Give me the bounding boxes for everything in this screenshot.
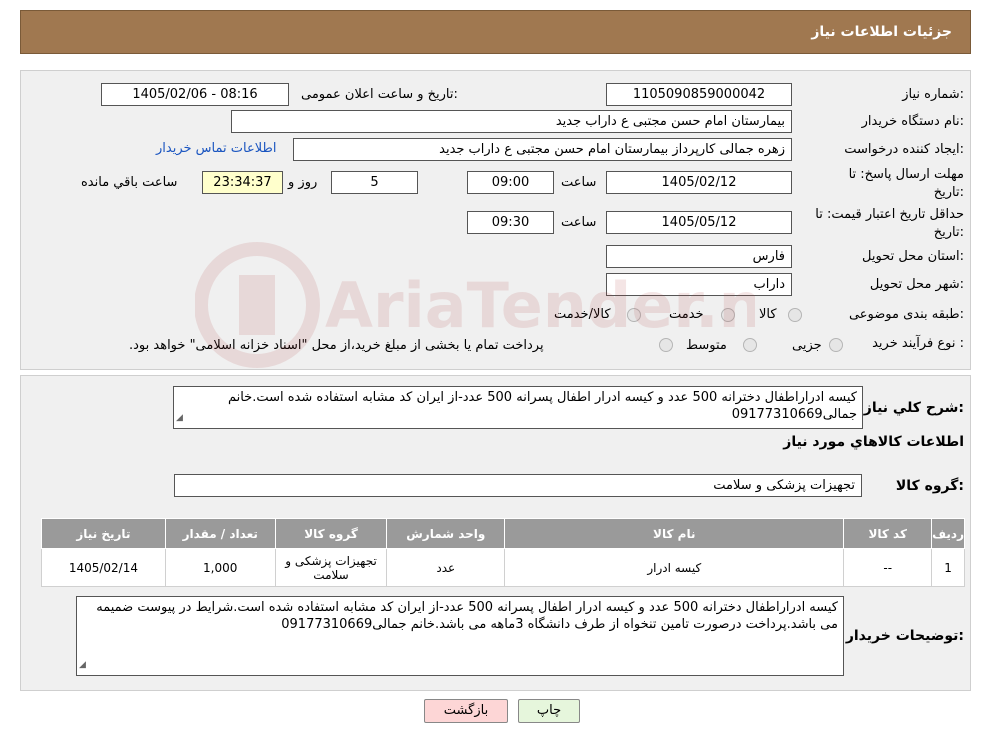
page-header: جزئیات اطلاعات نیاز [20, 10, 971, 54]
validity-time-label: ساعت [561, 215, 597, 230]
col-goods-group: گروه کالا [274, 518, 388, 549]
col-goods-name: نام کالا [504, 518, 845, 549]
col-goods-code: کد کالا [843, 518, 933, 549]
goods-info-title: اطلاعات کالاهاي مورد نياز [783, 434, 964, 450]
col-quantity: تعداد / مقدار [164, 518, 276, 549]
category-goods-label: کالا [759, 307, 777, 322]
category-label: طبقه بندی موضوعی: [848, 307, 964, 322]
watermark-logo: AriaTender.neT [195, 242, 755, 368]
remaining-label: ساعت باقي مانده [81, 175, 178, 190]
buyer-field: بیمارستان امام حسن مجتبی ع داراب جدید [231, 110, 792, 133]
col-row: رديف [931, 518, 965, 549]
summary-textarea[interactable]: کیسه ادراراطفال دخترانه 500 عدد و کیسه ا… [173, 386, 863, 429]
buyer-notes-textarea[interactable]: کیسه ادراراطفال دخترانه 500 عدد و کیسه ا… [76, 596, 844, 676]
col-need-date: تاريخ نياز [41, 518, 166, 549]
reply-time-field: 09:00 [467, 171, 554, 194]
summary-text: کیسه ادراراطفال دخترانه 500 عدد و کیسه ا… [227, 390, 857, 422]
summary-label: شرح کلي نياز: [863, 400, 964, 416]
need-number-field: 1105090859000042 [606, 83, 792, 106]
cell-goods-code: -- [843, 548, 933, 587]
items-panel: شرح کلي نياز: کیسه ادراراطفال دخترانه 50… [20, 375, 971, 691]
days-field: 5 [331, 171, 418, 194]
watermark-text: AriaTender.neT [325, 269, 755, 342]
back-button[interactable]: بازگشت [424, 699, 508, 723]
goods-table: تاريخ نياز تعداد / مقدار گروه کالا واحد … [41, 518, 965, 587]
resize-grip-icon[interactable]: ◢ [176, 410, 183, 427]
cell-goods-name: کیسه ادرار [504, 548, 845, 587]
validity-time-field: 09:30 [467, 211, 554, 234]
resize-grip-icon[interactable]: ◢ [79, 657, 86, 674]
price-validity-label: حداقل تاریخ اعتبار قیمت: تا تاریخ: [815, 207, 964, 240]
goods-group-label: گروه کالا: [895, 478, 964, 494]
table-header-row: تاريخ نياز تعداد / مقدار گروه کالا واحد … [41, 518, 965, 549]
reply-deadline-label: مهلت ارسال پاسخ: تا تاریخ: [848, 167, 964, 200]
need-number-label: شماره نیاز: [902, 87, 964, 102]
cell-unit: عدد [386, 548, 506, 587]
cell-goods-group: تجهیزات پزشکی و سلامت [274, 548, 388, 587]
announce-label: تاریخ و ساعت اعلان عمومی: [301, 87, 458, 102]
process-label: نوع فرآیند خرید : [872, 336, 964, 351]
category-goods-radio[interactable] [788, 308, 802, 322]
buyer-contact-link[interactable]: اطلاعات تماس خریدار [156, 141, 276, 156]
cell-quantity: 1,000 [164, 548, 276, 587]
buyer-notes-label: توضیحات خریدار: [845, 628, 964, 644]
creator-label: ایجاد کننده درخواست: [844, 142, 964, 157]
province-label: استان محل تحویل: [862, 249, 964, 264]
days-label: روز و [288, 175, 318, 190]
col-unit: واحد شمارش [386, 518, 506, 549]
buyer-label: نام دستگاه خریدار: [861, 114, 964, 129]
announce-datetime-field: 1405/02/06 - 08:16 [101, 83, 289, 106]
reply-time-label: ساعت [561, 175, 597, 190]
validity-date-field: 1405/05/12 [606, 211, 792, 234]
page-title: جزئیات اطلاعات نیاز [811, 24, 952, 40]
buyer-notes-text: کیسه ادراراطفال دخترانه 500 عدد و کیسه ا… [96, 600, 838, 632]
goods-group-field: تجهیزات پزشکی و سلامت [174, 474, 862, 497]
process-minor-radio[interactable] [829, 338, 843, 352]
process-minor-label: جزیی [792, 338, 822, 353]
city-label: شهر محل تحویل: [869, 277, 964, 292]
reply-date-field: 1405/02/12 [606, 171, 792, 194]
print-button[interactable]: چاپ [518, 699, 580, 723]
cell-row-number: 1 [931, 548, 965, 587]
creator-field: زهره جمالی کارپرداز بیمارستان امام حسن م… [293, 138, 792, 161]
countdown-field: 23:34:37 [202, 171, 283, 194]
table-row: 1405/02/14 1,000 تجهیزات پزشکی و سلامت ع… [41, 548, 965, 587]
cell-need-date: 1405/02/14 [41, 548, 166, 587]
